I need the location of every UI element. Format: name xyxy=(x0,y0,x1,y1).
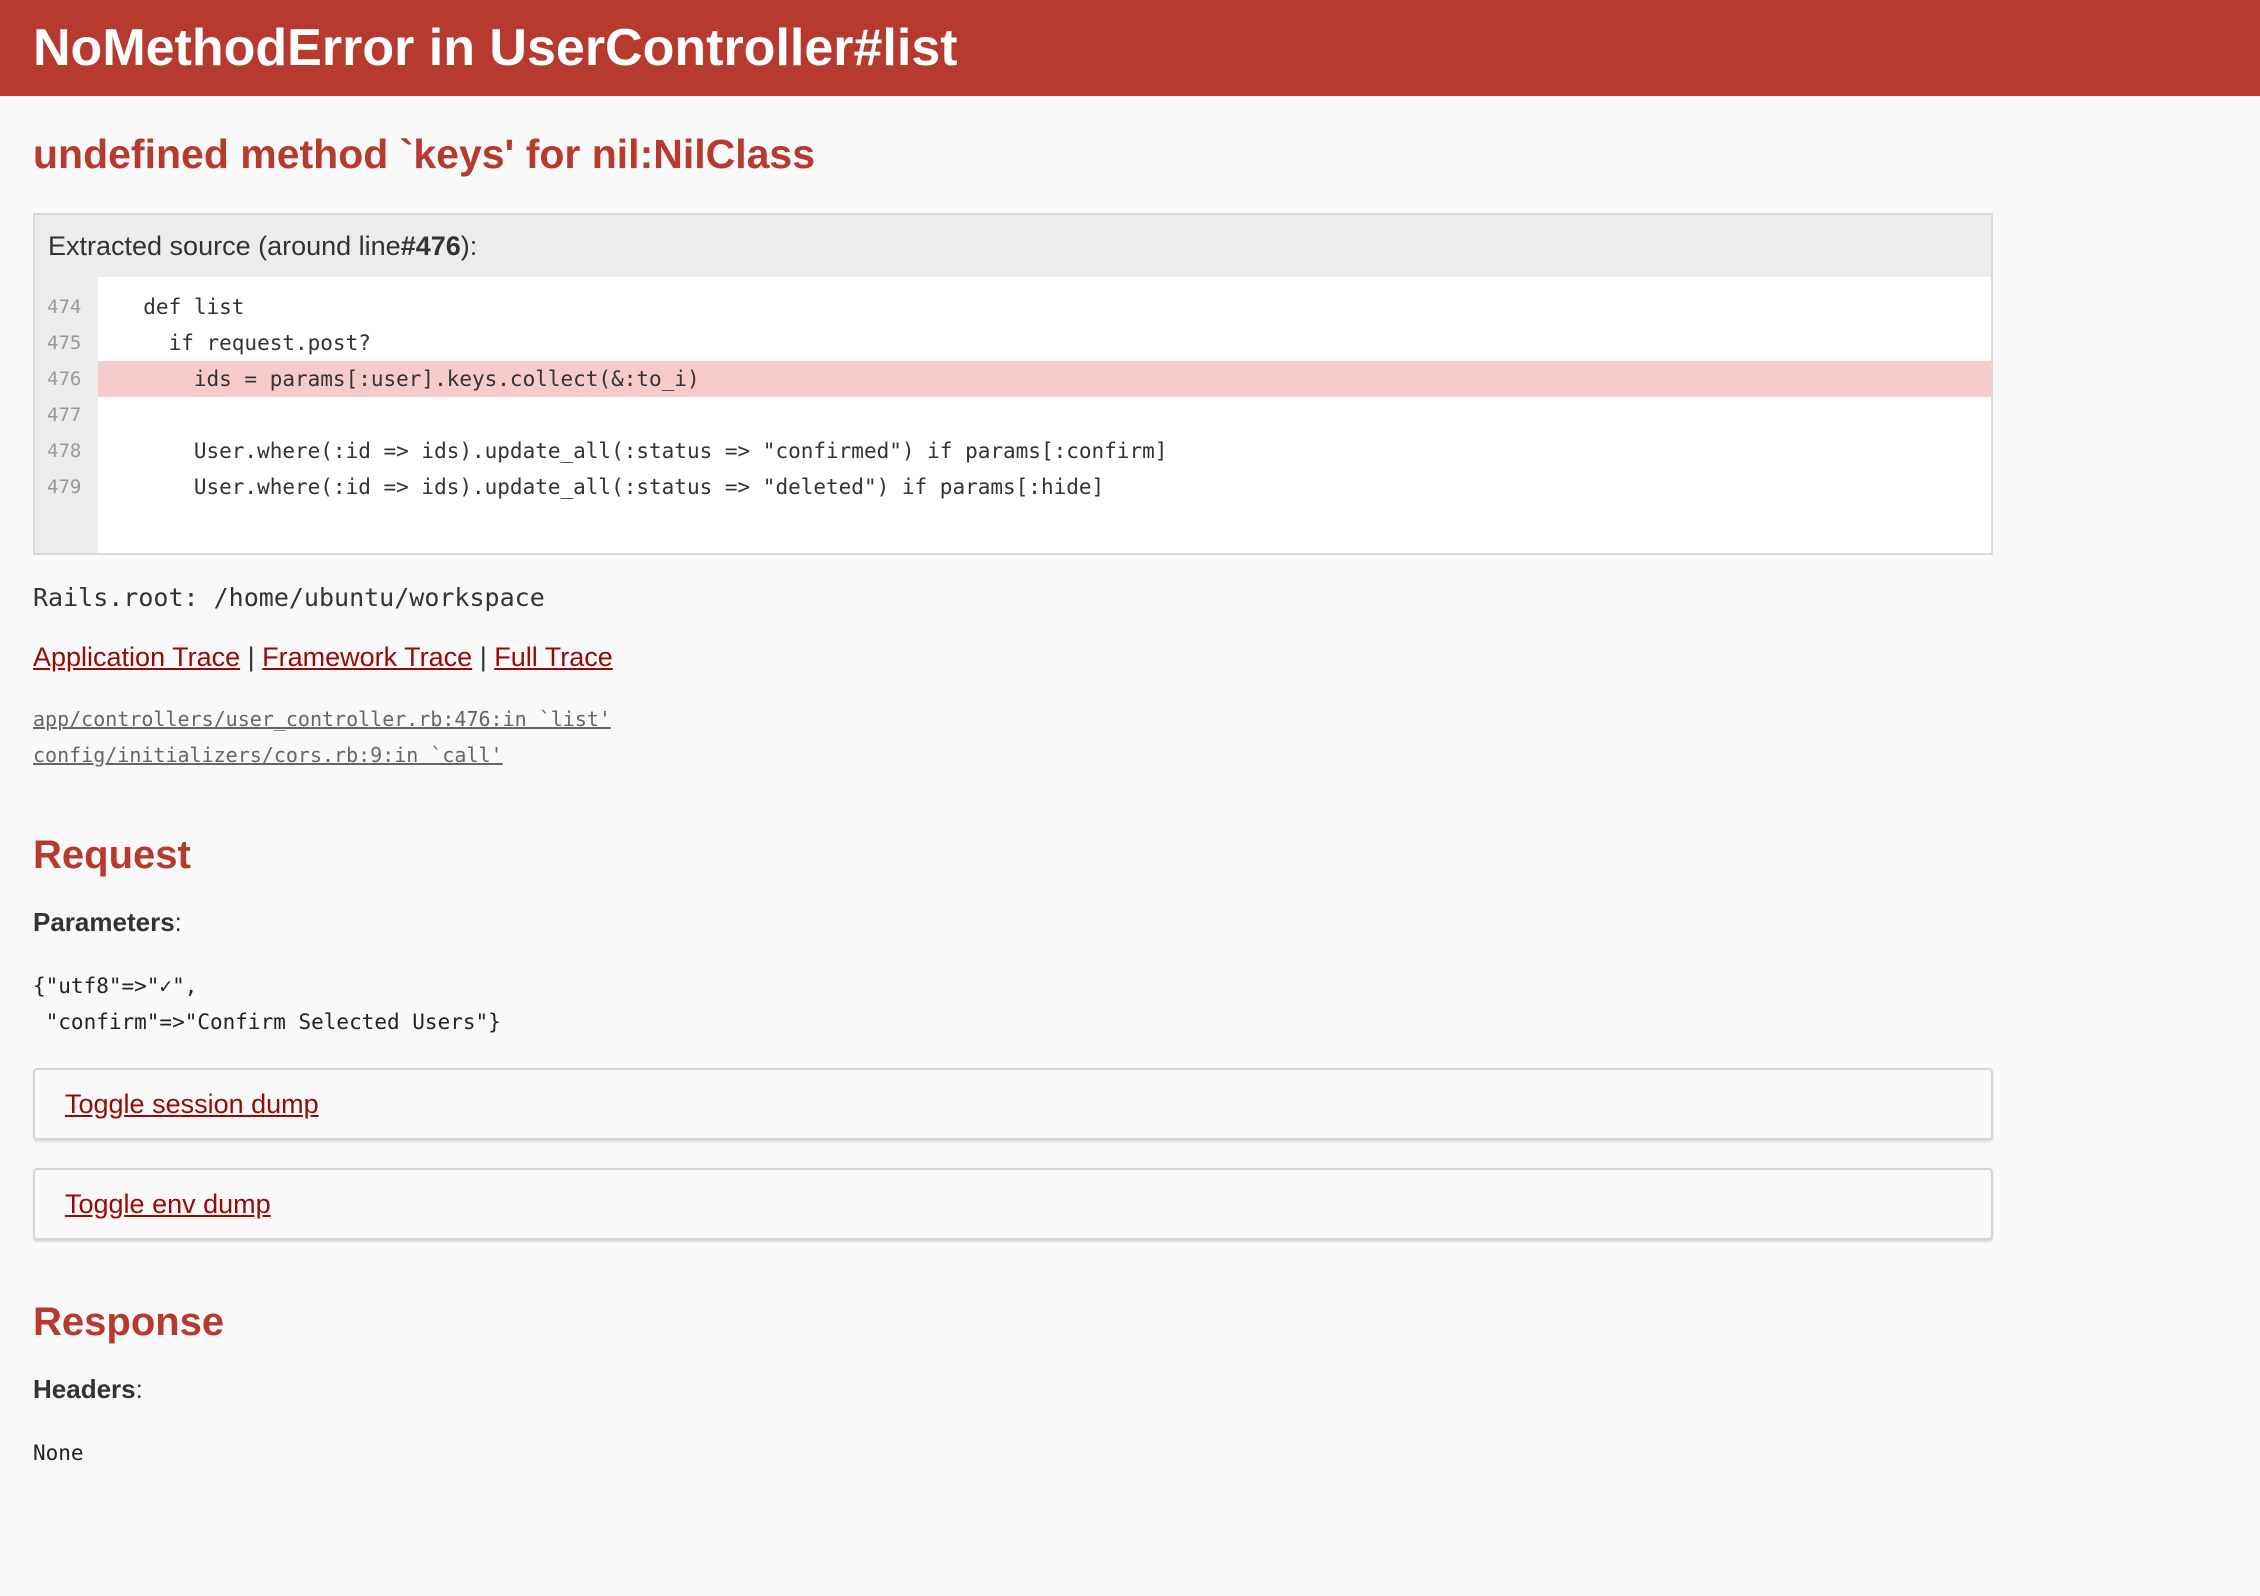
full-trace-link[interactable]: Full Trace xyxy=(494,642,613,672)
error-message: undefined method `keys' for nil:NilClass xyxy=(33,131,816,177)
headers-label-text: Headers xyxy=(33,1374,136,1405)
trace-line: config/initializers/cors.rb:9:in `call' xyxy=(33,737,2227,773)
code-lines: def list if request.post? ids = params[:… xyxy=(98,277,1991,553)
line-numbers: 474 475 476 477 478 479 xyxy=(35,277,98,554)
headers-colon: : xyxy=(135,1374,143,1405)
line-number: 475 xyxy=(47,332,82,355)
toggle-session-dump-link[interactable]: Toggle session dump xyxy=(65,1089,319,1120)
parameters-colon: : xyxy=(174,907,182,938)
framework-trace-link[interactable]: Framework Trace xyxy=(262,642,472,672)
trace-line: app/controllers/user_controller.rb:476:i… xyxy=(33,701,2227,737)
code-line-highlighted: ids = params[:user].keys.collect(&:to_i) xyxy=(98,361,1991,398)
parameters-dump: {"utf8"=>"✓", "confirm"=>"Confirm Select… xyxy=(33,974,501,1035)
code-line: User.where(:id => ids).update_all(:statu… xyxy=(118,475,1105,500)
line-number: 474 xyxy=(47,296,82,319)
env-dump-box: Toggle env dump xyxy=(33,1168,1993,1241)
line-number: 479 xyxy=(47,476,82,499)
source-info-prefix: Extracted source (around line xyxy=(48,230,401,261)
main-content: undefined method `keys' for nil:NilClass… xyxy=(0,130,2260,1471)
source-info-line: #476 xyxy=(400,230,461,261)
line-number: 476 xyxy=(47,368,82,391)
toggle-env-dump-link[interactable]: Toggle env dump xyxy=(65,1189,271,1220)
response-heading: Response xyxy=(33,1300,225,1345)
trace-line-link[interactable]: app/controllers/user_controller.rb:476:i… xyxy=(33,707,611,731)
page-title: NoMethodError in UserController#list xyxy=(33,19,958,77)
code-line: User.where(:id => ids).update_all(:statu… xyxy=(118,439,1168,464)
parameters-label: Parameters: xyxy=(33,907,2227,938)
rails-root: Rails.root: /home/ubuntu/workspace xyxy=(33,583,545,613)
trace-separator: | xyxy=(240,642,263,673)
trace-line-link[interactable]: config/initializers/cors.rb:9:in `call' xyxy=(33,743,503,767)
session-dump-box: Toggle session dump xyxy=(33,1068,1993,1141)
trace-list: app/controllers/user_controller.rb:476:i… xyxy=(33,701,2227,773)
line-number: 477 xyxy=(47,404,82,427)
code-line: if request.post? xyxy=(118,331,371,356)
source-info-suffix: ): xyxy=(460,230,478,261)
parameters-label-text: Parameters xyxy=(33,907,175,938)
headers-label: Headers: xyxy=(33,1374,2227,1405)
extracted-source-panel: Extracted source (around line #476): 474… xyxy=(33,213,1993,556)
error-header: NoMethodError in UserController#list xyxy=(0,0,2260,96)
application-trace-link[interactable]: Application Trace xyxy=(33,642,240,672)
code-line: def list xyxy=(118,295,245,320)
source-info: Extracted source (around line #476): xyxy=(35,215,1991,278)
trace-separator: | xyxy=(472,642,495,673)
line-number: 478 xyxy=(47,440,82,463)
source-code: 474 475 476 477 478 479 def list if request.p… xyxy=(35,277,1991,554)
request-heading: Request xyxy=(33,833,191,878)
trace-links: Application Trace | Framework Trace | Fu… xyxy=(33,642,2227,673)
headers-dump: None xyxy=(33,1441,84,1466)
